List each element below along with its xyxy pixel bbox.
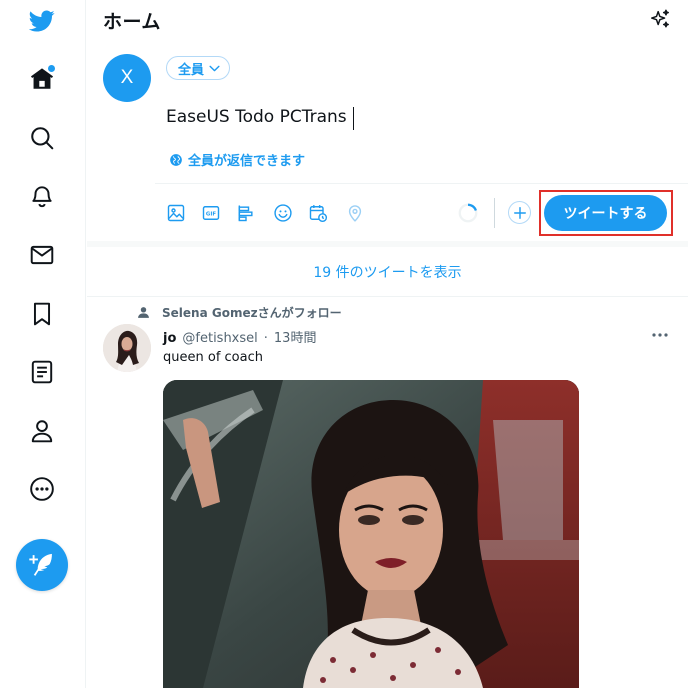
avatar[interactable]: X bbox=[103, 54, 151, 102]
tweet-text-input[interactable]: EaseUS Todo PCTrans bbox=[166, 107, 586, 133]
composer-divider bbox=[155, 183, 688, 184]
tweet-header: jo @fetishxsel · 13時間 bbox=[163, 327, 316, 346]
notification-dot bbox=[48, 65, 55, 72]
emoji-icon[interactable] bbox=[272, 202, 294, 224]
poll-icon[interactable] bbox=[235, 202, 257, 224]
globe-icon bbox=[170, 153, 182, 166]
audience-selector[interactable]: 全員 bbox=[166, 56, 231, 80]
reply-setting-label: 全員が返信できます bbox=[188, 154, 306, 169]
show-new-tweets-link[interactable]: 19 件のツイートを表示 bbox=[87, 247, 688, 296]
tweet-timestamp[interactable]: 13時間 bbox=[274, 327, 317, 346]
tweet-author-name[interactable]: jo bbox=[163, 331, 176, 346]
home-icon[interactable] bbox=[21, 58, 63, 100]
person-icon[interactable] bbox=[21, 410, 63, 452]
social-context: Selena Gomezさんがフォロー bbox=[137, 304, 342, 321]
bookmark-icon[interactable] bbox=[21, 293, 63, 335]
avatar[interactable] bbox=[103, 324, 151, 372]
text-cursor bbox=[353, 107, 354, 130]
photo-image bbox=[163, 380, 579, 688]
toolbar-divider bbox=[494, 198, 495, 228]
tweet-text: queen of coach bbox=[163, 350, 263, 365]
twitter-logo-icon[interactable] bbox=[21, 0, 63, 42]
image-icon[interactable] bbox=[165, 202, 187, 224]
page-title: ホーム bbox=[103, 11, 161, 33]
mail-icon[interactable] bbox=[21, 234, 63, 276]
more-options-icon[interactable] bbox=[650, 327, 670, 343]
tweet-author-handle[interactable]: @fetishxsel bbox=[182, 331, 257, 346]
main-column: ホーム X 全員 EaseUS Todo PCTrans 全員が返信できます G… bbox=[87, 0, 688, 688]
location-icon[interactable] bbox=[344, 202, 366, 224]
schedule-icon[interactable] bbox=[307, 202, 329, 224]
tweet-media-photo[interactable] bbox=[163, 380, 579, 688]
tweet-button[interactable]: ツイートする bbox=[544, 195, 667, 231]
chevron-down-icon bbox=[209, 65, 220, 71]
feather-plus-icon bbox=[29, 553, 52, 576]
social-context-text: Selena Gomezさんがフォロー bbox=[162, 306, 342, 320]
character-count-ring bbox=[458, 203, 478, 223]
plus-icon bbox=[513, 206, 526, 219]
search-icon[interactable] bbox=[21, 117, 63, 159]
list-icon[interactable] bbox=[21, 351, 63, 393]
gif-icon[interactable]: GIF bbox=[200, 202, 222, 224]
svg-text:GIF: GIF bbox=[206, 212, 216, 218]
home-header: ホーム bbox=[87, 0, 688, 40]
left-navigation bbox=[0, 0, 86, 688]
timeline-divider bbox=[87, 296, 688, 297]
separator-dot: · bbox=[263, 331, 268, 346]
compose-tweet-button[interactable] bbox=[16, 539, 68, 591]
bell-icon[interactable] bbox=[21, 175, 63, 217]
person-icon bbox=[138, 307, 149, 318]
reply-setting-button[interactable]: 全員が返信できます bbox=[169, 150, 305, 169]
add-thread-button[interactable] bbox=[508, 201, 531, 224]
more-circle-icon[interactable] bbox=[21, 468, 63, 510]
sparkle-icon[interactable] bbox=[649, 8, 671, 30]
audience-label: 全員 bbox=[178, 62, 205, 78]
